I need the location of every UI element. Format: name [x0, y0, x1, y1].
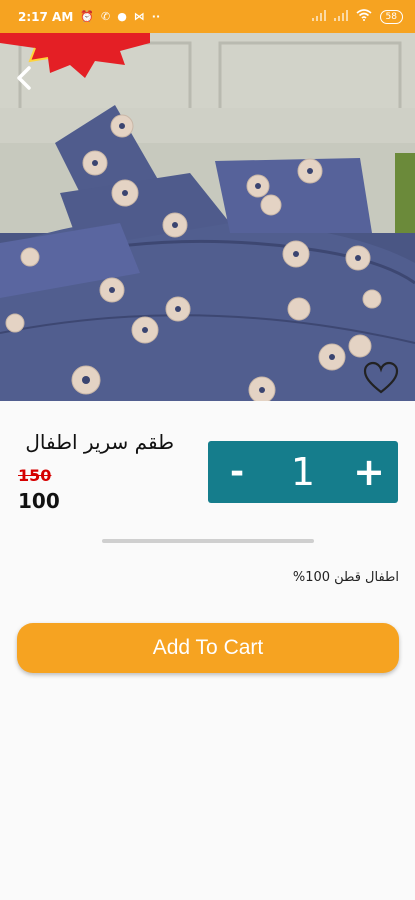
battery-indicator: 58 [379, 9, 403, 24]
product-photo [0, 33, 415, 401]
back-chevron-icon [17, 66, 31, 90]
alarm-icon: ⏰ [80, 10, 94, 23]
signal-2-icon [333, 9, 348, 24]
price: 100 [18, 489, 60, 513]
product-description: اطفال قطن 100% [292, 570, 399, 585]
increase-quantity-button[interactable]: + [340, 450, 398, 494]
wifi-icon [356, 9, 372, 24]
heart-outline-icon [363, 361, 399, 394]
back-button[interactable] [14, 65, 40, 91]
old-price: 150 [18, 466, 52, 485]
quantity-stepper: - 1 + [208, 441, 398, 503]
status-left: 2:17 AM ⏰ ✆ ● ⋈ ·· [18, 10, 160, 24]
chat-icon: ● [117, 10, 127, 23]
more-notifications-icon: ·· [151, 10, 161, 23]
product-image [0, 33, 415, 401]
product-title: طقم سرير اطفال [25, 430, 174, 454]
bow-icon: ⋈ [133, 10, 145, 23]
wishlist-button[interactable] [362, 361, 400, 395]
status-right: 58 [311, 9, 403, 24]
whatsapp-icon: ✆ [100, 10, 111, 23]
status-bar: 2:17 AM ⏰ ✆ ● ⋈ ·· 58 [0, 0, 415, 33]
signal-icon [311, 9, 326, 24]
status-time: 2:17 AM [18, 9, 74, 24]
decrease-quantity-button[interactable]: - [208, 452, 266, 492]
divider [102, 539, 314, 543]
quantity-value: 1 [290, 450, 316, 494]
add-to-cart-button[interactable]: Add To Cart [17, 623, 399, 673]
